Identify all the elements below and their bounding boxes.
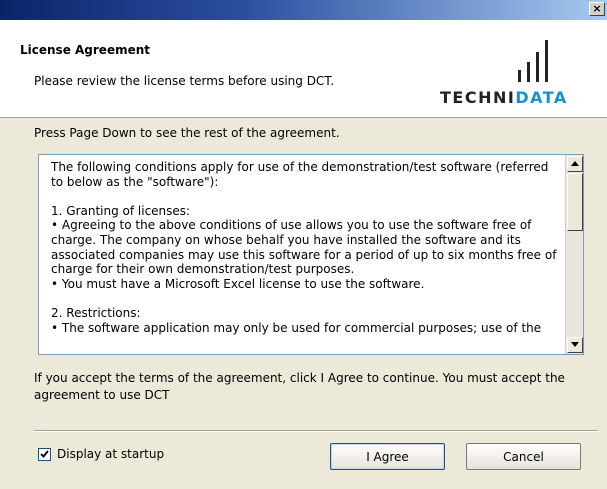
logo-bars-icon [518, 40, 548, 82]
scroll-thumb[interactable] [567, 173, 583, 231]
license-dialog: × License Agreement Please review the li… [0, 0, 607, 489]
license-line: • Agreeing to the above conditions of us… [51, 218, 561, 277]
title-bar[interactable]: × [0, 0, 607, 20]
display-at-startup-label: Display at startup [57, 447, 165, 461]
license-textbox[interactable]: The following conditions apply for use o… [38, 154, 584, 355]
vertical-scrollbar[interactable] [565, 155, 583, 354]
accept-instructions: If you accept the terms of the agreement… [34, 371, 565, 402]
page-subtitle: Please review the license terms before u… [34, 74, 335, 88]
display-at-startup-option[interactable]: Display at startup [38, 447, 164, 461]
technidata-logo: TECHNIDATA [440, 40, 600, 118]
instruction-text: Press Page Down to see the rest of the a… [34, 126, 340, 140]
scroll-up-arrow-icon [571, 161, 579, 166]
license-line: • You must have a Microsoft Excel licens… [51, 276, 425, 291]
license-line: • The software application may only be u… [51, 320, 542, 335]
i-agree-button[interactable]: I Agree [330, 443, 445, 470]
license-line [51, 291, 561, 306]
check-icon [40, 450, 49, 458]
cancel-button[interactable]: Cancel [466, 443, 581, 470]
license-line: 2. Restrictions: [51, 305, 141, 320]
license-line: The following conditions apply for use o… [51, 160, 553, 189]
footer-divider [34, 430, 598, 432]
scroll-up-button[interactable] [567, 156, 583, 172]
header-panel: License Agreement Please review the lice… [0, 20, 607, 118]
close-icon: × [592, 2, 602, 15]
close-button[interactable]: × [589, 2, 605, 16]
display-at-startup-checkbox[interactable] [38, 447, 51, 461]
page-title: License Agreement [20, 43, 151, 57]
license-line [51, 189, 561, 204]
license-line: 1. Granting of licenses: [51, 203, 191, 218]
scroll-down-button[interactable] [567, 337, 583, 353]
logo-text: TECHNIDATA [440, 88, 568, 107]
license-text: The following conditions apply for use o… [51, 160, 561, 350]
scroll-down-arrow-icon [571, 342, 579, 347]
